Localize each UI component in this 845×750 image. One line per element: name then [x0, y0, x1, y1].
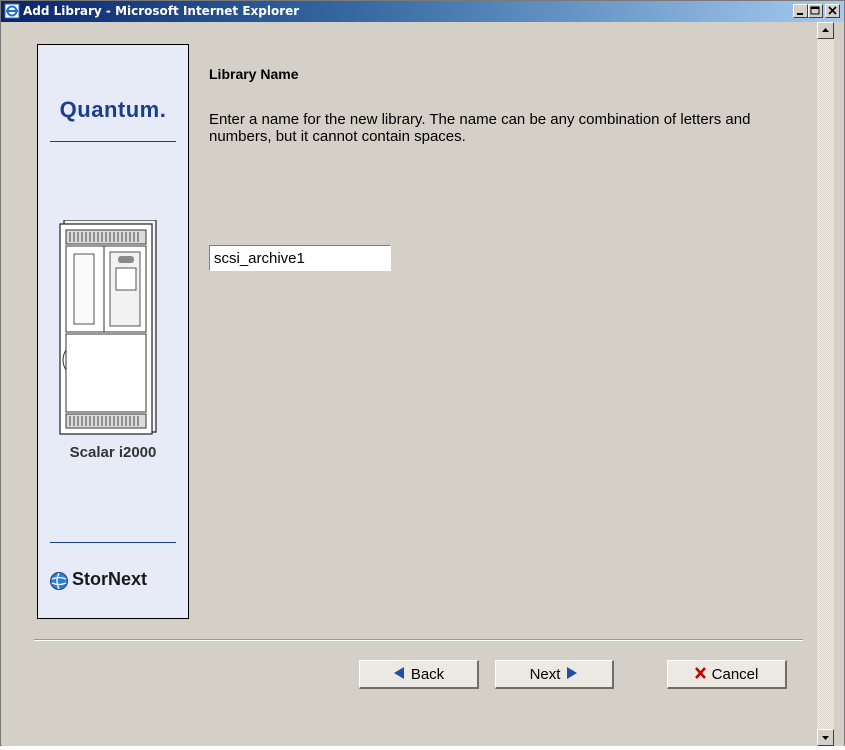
red-x-icon	[694, 666, 706, 683]
maximize-button[interactable]	[808, 4, 823, 18]
close-icon	[828, 6, 837, 15]
close-button[interactable]	[825, 4, 840, 18]
next-button-label: Next	[529, 665, 561, 683]
scroll-up-button[interactable]	[817, 22, 834, 39]
section-title: Library Name	[209, 66, 299, 82]
back-button-label: Back	[410, 665, 445, 683]
window-title: Add Library - Microsoft Internet Explore…	[23, 4, 300, 18]
library-cabinet-image	[59, 220, 157, 435]
globe-icon	[49, 571, 69, 596]
window-frame-right	[834, 22, 844, 746]
cancel-button-label: Cancel	[711, 665, 759, 683]
minimize-icon	[797, 13, 803, 15]
minimize-button[interactable]	[793, 4, 808, 18]
dialog-window: Add Library - Microsoft Internet Explore…	[0, 0, 845, 746]
left-triangle-icon	[393, 666, 405, 683]
right-triangle-icon	[566, 666, 578, 683]
scroll-down-arrow-icon	[822, 736, 829, 740]
branding-panel: Quantum. Scalar i2000 StorNext	[37, 44, 189, 619]
footer-divider	[50, 542, 176, 543]
library-name-input[interactable]	[209, 245, 391, 271]
vertical-scrollbar[interactable]	[817, 22, 834, 746]
scroll-down-button[interactable]	[817, 729, 834, 746]
cancel-button[interactable]: Cancel	[667, 660, 787, 689]
footer-separator-highlight	[34, 640, 803, 641]
back-button[interactable]: Back	[359, 660, 479, 689]
quantum-logo: Quantum.	[59, 97, 167, 122]
maximize-icon	[810, 6, 820, 15]
title-bar: Add Library - Microsoft Internet Explore…	[1, 1, 844, 22]
brand-divider	[50, 141, 176, 142]
product-name: Scalar i2000	[69, 444, 157, 461]
next-button[interactable]: Next	[495, 660, 614, 689]
stornext-logo-text: StorNext	[72, 569, 148, 589]
scroll-up-arrow-icon	[822, 28, 829, 32]
instructions-text: Enter a name for the new library. The na…	[209, 111, 751, 145]
ie-page-icon	[4, 3, 20, 19]
